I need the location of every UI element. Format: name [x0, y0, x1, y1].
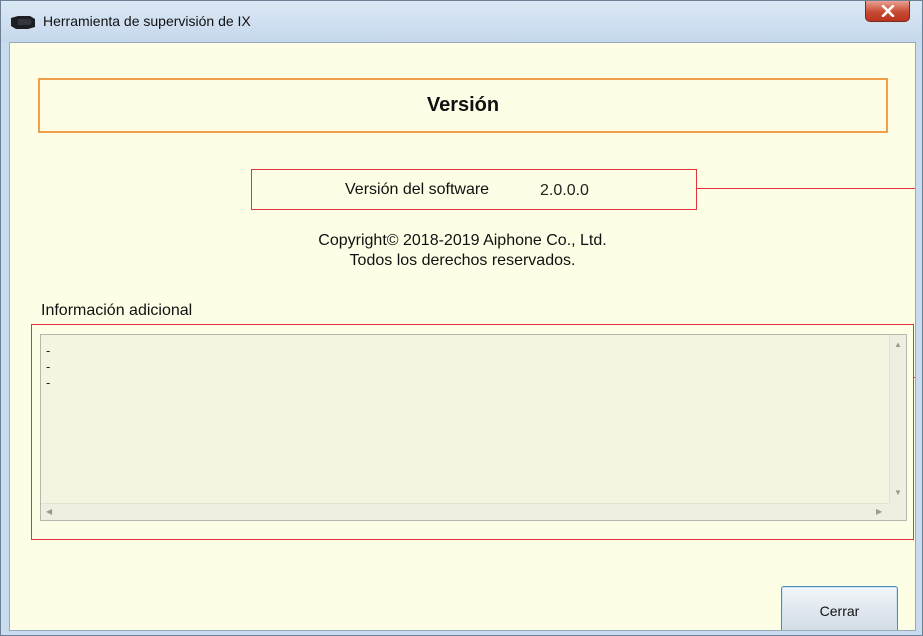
page-title: Versión — [426, 94, 500, 116]
close-x-icon — [881, 5, 895, 17]
copyright-line: Copyright© 2018-2019 Aiphone Co., Ltd. — [318, 232, 607, 249]
scrollbar-corner — [889, 503, 906, 520]
about-window: Herramienta de supervisión de IX Versión… — [0, 0, 923, 636]
scroll-down-arrow-icon[interactable]: ▼ — [894, 489, 902, 497]
horizontal-scrollbar[interactable]: ◀ ▶ — [41, 503, 890, 520]
additional-info-label: Información adicional — [41, 302, 193, 319]
callout-line — [914, 377, 915, 378]
rights-reserved-line: Todos los derechos reservados. — [349, 252, 576, 269]
screen: Herramienta de supervisión de IX Versión… — [0, 0, 923, 636]
window-title: Herramienta de supervisión de IX — [43, 13, 251, 29]
callout-line — [697, 188, 915, 189]
dialog-client-area: Versión Versión del software 2.0.0.0 Cop… — [9, 42, 916, 631]
info-line: - — [46, 359, 51, 374]
software-version-value: 2.0.0.0 — [540, 182, 589, 199]
info-line: - — [46, 375, 51, 390]
software-version-panel: Versión del software 2.0.0.0 — [251, 169, 697, 210]
scroll-left-arrow-icon[interactable]: ◀ — [46, 508, 52, 516]
close-button[interactable]: Cerrar — [781, 586, 898, 630]
scroll-right-arrow-icon[interactable]: ▶ — [876, 508, 882, 516]
camera-icon — [11, 16, 35, 29]
software-version-label: Versión del software — [345, 181, 490, 198]
header-panel: Versión — [38, 78, 888, 133]
additional-info-textarea[interactable]: - - - ▲ ▼ ◀ ▶ — [40, 334, 907, 521]
additional-info-content: - - - — [46, 343, 50, 391]
vertical-scrollbar[interactable]: ▲ ▼ — [889, 335, 906, 503]
info-line: - — [46, 343, 51, 358]
window-close-button[interactable] — [865, 1, 910, 22]
scroll-up-arrow-icon[interactable]: ▲ — [894, 341, 902, 349]
copyright-text: Copyright© 2018-2019 Aiphone Co., Ltd. T… — [10, 231, 915, 271]
title-bar[interactable]: Herramienta de supervisión de IX — [1, 1, 922, 42]
